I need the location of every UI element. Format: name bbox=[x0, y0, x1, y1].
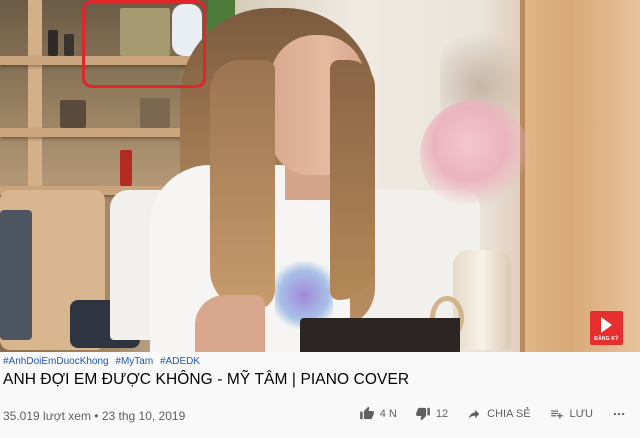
video-player[interactable]: ĐĂNG KÝ bbox=[0, 0, 640, 352]
meta-separator: • bbox=[94, 409, 99, 423]
like-count: 4 N bbox=[379, 407, 397, 420]
save-button[interactable]: LƯU bbox=[549, 407, 593, 421]
piano bbox=[300, 318, 460, 352]
share-button[interactable]: CHIA SẺ bbox=[466, 407, 531, 421]
share-icon bbox=[468, 409, 480, 419]
save-label: LƯU bbox=[569, 407, 593, 420]
shelf-object bbox=[140, 98, 170, 128]
more-actions-button[interactable] bbox=[611, 407, 632, 421]
like-button[interactable]: 4 N bbox=[359, 406, 397, 421]
thumbs-up-icon bbox=[359, 406, 374, 420]
share-label: CHIA SẺ bbox=[487, 407, 531, 420]
shelf-object bbox=[60, 100, 86, 128]
subscribe-watermark[interactable]: ĐĂNG KÝ bbox=[590, 311, 623, 345]
woman-hair-right bbox=[330, 60, 375, 300]
action-bar: 4 N 12 CHIA SẺ LƯU bbox=[359, 406, 632, 421]
wood-panel bbox=[525, 0, 640, 352]
playlist-add-icon bbox=[550, 410, 563, 419]
woman-hair-front bbox=[210, 60, 275, 310]
video-title: ANH ĐỢI EM ĐƯỢC KHÔNG - MỸ TÂM | PIANO C… bbox=[3, 371, 410, 388]
hashtag-link[interactable]: #MyTam bbox=[115, 356, 153, 367]
woman-arm bbox=[195, 295, 265, 352]
play-icon bbox=[601, 317, 612, 333]
hashtag-link[interactable]: #ADEDK bbox=[160, 356, 200, 367]
pink-flowers bbox=[420, 100, 530, 210]
shelf-post bbox=[28, 0, 42, 200]
dislike-count: 12 bbox=[435, 407, 449, 420]
video-meta: 35.019 lượt xem • 23 thg 10, 2019 bbox=[3, 409, 185, 423]
dislike-button[interactable]: 12 bbox=[415, 406, 448, 421]
vase bbox=[453, 250, 511, 350]
hashtag-link[interactable]: #AnhDoiEmDuocKhong bbox=[3, 356, 109, 367]
shelf-object bbox=[64, 34, 74, 56]
red-highlight-box bbox=[82, 0, 206, 88]
shelf-object bbox=[120, 150, 132, 186]
shelf-object bbox=[48, 30, 58, 56]
thumbs-down-icon bbox=[416, 407, 430, 421]
more-icon bbox=[613, 412, 625, 415]
hashtag-list: #AnhDoiEmDuocKhong #MyTam #ADEDK bbox=[3, 356, 204, 367]
subscribe-label: ĐĂNG KÝ bbox=[594, 336, 619, 342]
background-chair-back bbox=[0, 210, 32, 340]
view-count: 35.019 lượt xem bbox=[3, 409, 91, 423]
upload-date: 23 thg 10, 2019 bbox=[101, 409, 186, 423]
